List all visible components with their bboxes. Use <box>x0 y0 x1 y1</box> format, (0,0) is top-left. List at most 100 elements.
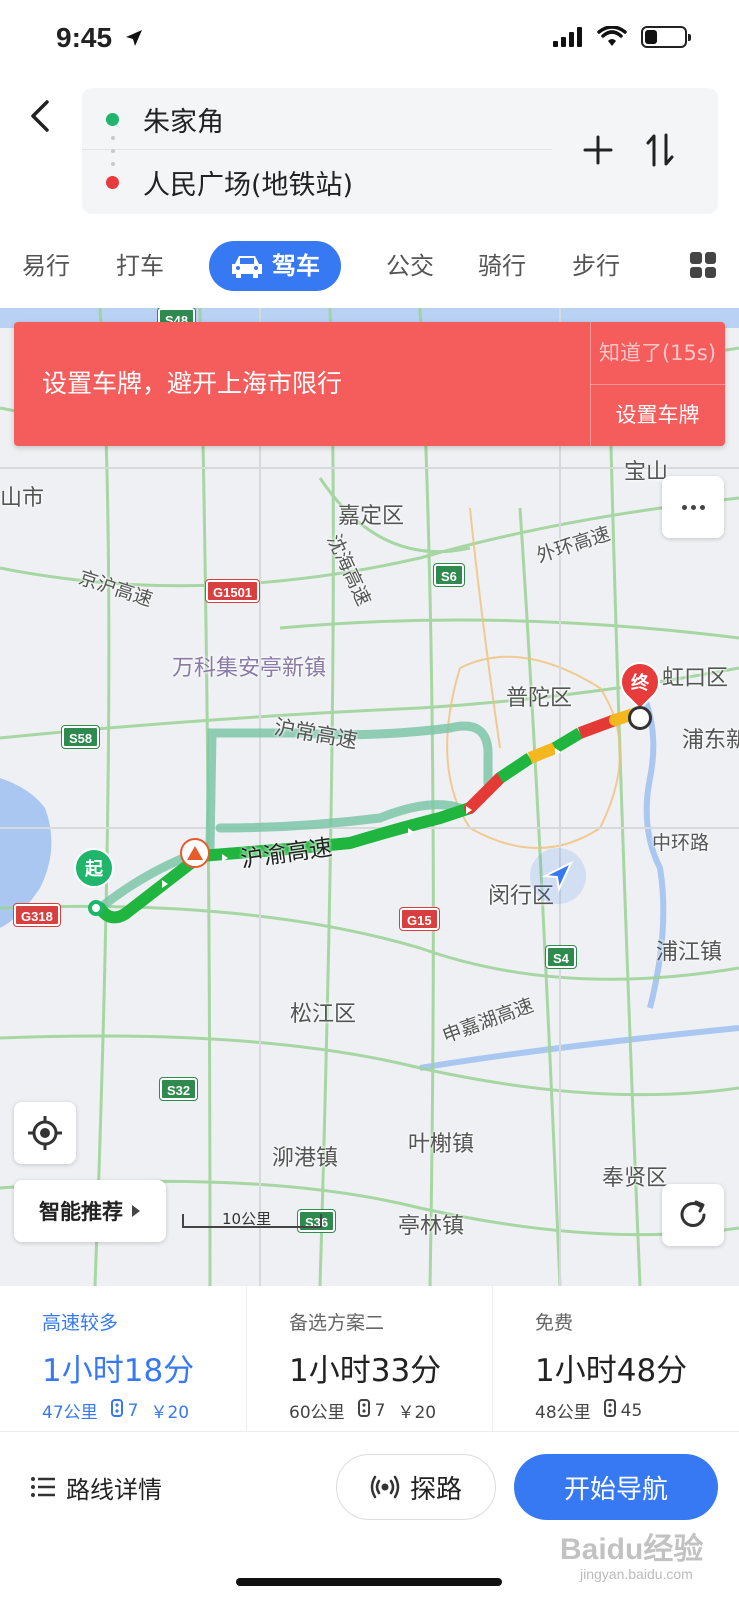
map-label-hongkou: 虹口区 <box>662 666 729 691</box>
map-view[interactable]: 山市 嘉定区 沈海高速 京沪高速 外环高速 宝山 万科集安亭新镇 普陀区 虹口区… <box>0 308 739 1286</box>
road-shield-s58: S58 <box>62 726 100 748</box>
watermark-logo: Baidu经验 <box>560 1533 704 1566</box>
route-option-distance: 60公里 <box>289 1403 345 1423</box>
map-more-button[interactable] <box>662 476 724 538</box>
route-option-meta: 48公里 45 <box>535 1398 739 1423</box>
location-arrow-icon <box>126 30 142 46</box>
start-point-marker <box>88 900 104 916</box>
car-icon <box>232 256 262 278</box>
map-label-zhonghuan: 中环路 <box>652 832 710 854</box>
route-option-meta: 60公里 7 ￥20 <box>289 1398 492 1423</box>
map-label-shan-shi: 山市 <box>0 486 45 511</box>
more-modes-grid-icon[interactable] <box>690 252 716 278</box>
tab-easy[interactable]: 易行 <box>16 238 76 294</box>
triangle-right-icon <box>132 1205 140 1217</box>
tab-taxi[interactable]: 打车 <box>110 238 170 294</box>
map-label-putuo: 普陀区 <box>506 686 573 711</box>
banner-dismiss-button[interactable]: 知道了(15s) <box>590 322 725 384</box>
cellular-signal-icon <box>553 27 582 47</box>
smart-recommend-label: 智能推荐 <box>39 1200 123 1224</box>
map-label-fengxian: 奉贤区 <box>602 1166 669 1191</box>
road-shield-g15: G15 <box>400 908 439 930</box>
route-input-box: 朱家角 人民广场(地铁站) <box>82 88 718 214</box>
road-shield-s6: S6 <box>434 564 464 586</box>
end-location: 人民广场(地铁站) <box>143 169 354 201</box>
chevron-left-icon <box>31 100 49 132</box>
route-option-lights: 7 <box>127 1400 139 1421</box>
status-time: 9:45 <box>56 22 113 53</box>
end-pin-label: 终 <box>631 673 649 694</box>
scale-label: 10公里 <box>222 1210 272 1228</box>
map-label-maogang: 泖港镇 <box>272 1146 339 1171</box>
road-shield-g1501: G1501 <box>206 580 260 602</box>
transport-mode-tabs: 易行 打车 驾车 公交 骑行 步行 <box>0 238 739 294</box>
plus-icon <box>583 135 613 165</box>
status-icons <box>553 26 691 48</box>
refresh-button[interactable] <box>662 1184 724 1246</box>
banner-message: 设置车牌，避开上海市限行 <box>42 369 343 398</box>
route-details-button[interactable]: 路线详情 <box>30 1462 162 1512</box>
back-button[interactable] <box>20 96 60 136</box>
construction-icon <box>180 838 210 868</box>
watermark-url: jingyan.baidu.com <box>580 1566 693 1582</box>
explore-button[interactable]: 探路 <box>336 1454 496 1520</box>
tab-walk[interactable]: 步行 <box>566 238 626 294</box>
current-location-icon <box>530 848 586 904</box>
broadcast-icon <box>370 1475 400 1499</box>
swap-arrows-icon <box>646 133 674 167</box>
explore-label: 探路 <box>409 1474 462 1505</box>
end-dot-icon <box>106 175 119 189</box>
route-option-time: 1小时33分 <box>289 1353 442 1389</box>
route-option-distance: 48公里 <box>535 1403 591 1423</box>
road-shield-s32: S32 <box>160 1078 198 1100</box>
route-option-toll: ￥20 <box>397 1403 437 1423</box>
road-shield-s4: S4 <box>546 946 576 968</box>
route-option-meta: 47公里 7 ￥20 <box>42 1398 246 1423</box>
map-label-wanke: 万科集安亭新镇 <box>172 656 327 681</box>
list-icon <box>31 1477 55 1497</box>
route-options: 高速较多 1小时18分 47公里 7 ￥20 备选方案二 1小时33分 60公里… <box>0 1286 739 1432</box>
tab-drive-label: 驾车 <box>272 252 320 280</box>
start-navigation-button[interactable]: 开始导航 <box>514 1454 718 1520</box>
plate-restriction-banner: 设置车牌，避开上海市限行 知道了(15s) 设置车牌 <box>14 322 725 446</box>
swap-route-button[interactable] <box>638 128 682 172</box>
locate-button[interactable] <box>14 1102 76 1164</box>
start-pin[interactable]: 起 <box>74 848 114 888</box>
end-point-marker <box>628 706 652 730</box>
route-option-tag: 备选方案二 <box>289 1312 385 1334</box>
set-plate-button[interactable]: 设置车牌 <box>590 384 725 446</box>
tab-bike[interactable]: 骑行 <box>472 238 532 294</box>
refresh-icon <box>680 1200 706 1227</box>
end-field[interactable]: 人民广场(地铁站) <box>82 152 552 212</box>
start-location: 朱家角 <box>143 107 224 138</box>
route-option-lights: 7 <box>374 1400 386 1421</box>
map-label-tinglin: 亭林镇 <box>398 1214 465 1239</box>
traffic-light-icon <box>603 1399 617 1422</box>
route-details-label: 路线详情 <box>66 1475 162 1504</box>
smart-recommend-button[interactable]: 智能推荐 <box>14 1180 166 1242</box>
tab-bus[interactable]: 公交 <box>380 238 440 294</box>
home-indicator[interactable] <box>236 1578 502 1586</box>
map-label-songjiang: 松江区 <box>290 1002 357 1027</box>
route-option-tag: 免费 <box>535 1312 574 1334</box>
traffic-light-icon <box>110 1399 124 1422</box>
route-option-time: 1小时48分 <box>535 1353 688 1389</box>
road-shield-g318: G318 <box>14 904 60 926</box>
route-option-2[interactable]: 备选方案二 1小时33分 60公里 7 ￥20 <box>246 1286 492 1432</box>
route-option-distance: 47公里 <box>42 1403 98 1423</box>
route-option-lights: 45 <box>620 1400 643 1421</box>
add-stop-button[interactable] <box>576 128 620 172</box>
traffic-light-icon <box>357 1399 371 1422</box>
map-label-jiading: 嘉定区 <box>338 504 405 529</box>
map-label-pujiang: 浦江镇 <box>656 940 723 965</box>
status-bar: 9:45 <box>0 0 739 80</box>
battery-icon <box>641 26 691 48</box>
route-option-tag: 高速较多 <box>42 1312 119 1334</box>
route-option-3[interactable]: 免费 1小时48分 48公里 45 <box>492 1286 739 1432</box>
route-option-1[interactable]: 高速较多 1小时18分 47公里 7 ￥20 <box>0 1286 246 1432</box>
start-dot-icon <box>106 113 119 126</box>
tab-drive[interactable]: 驾车 <box>209 241 341 291</box>
map-label-pudong: 浦东新 <box>682 728 739 753</box>
start-field[interactable]: 朱家角 <box>82 90 552 150</box>
wifi-icon <box>597 26 627 46</box>
